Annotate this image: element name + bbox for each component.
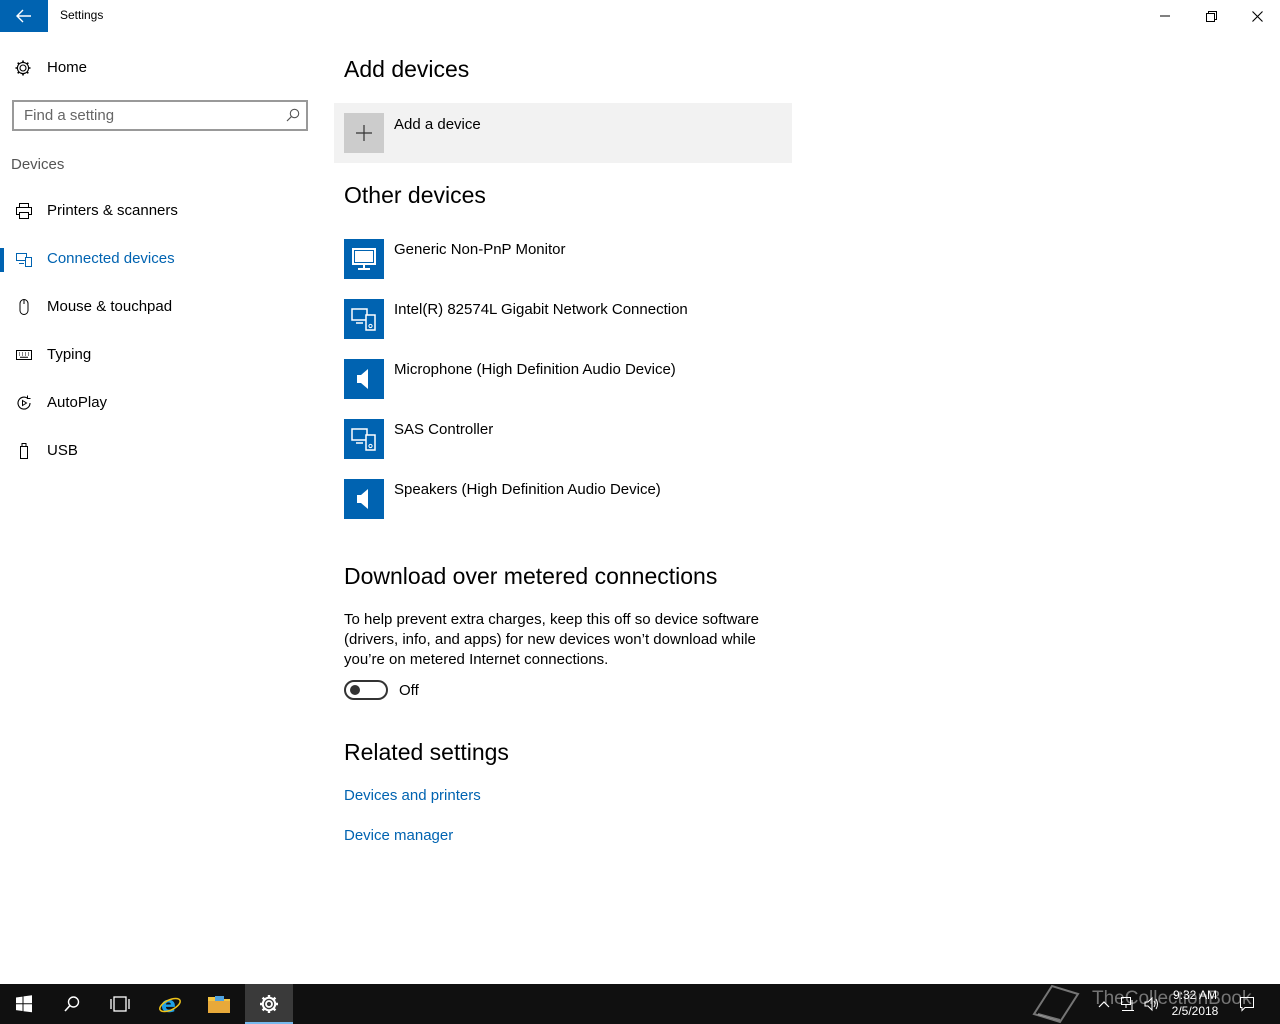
- settings-gear-icon: [260, 995, 278, 1013]
- device-manager-link[interactable]: Device manager: [344, 827, 453, 844]
- add-device-button[interactable]: Add a device: [334, 103, 792, 163]
- mouse-icon: [15, 298, 33, 316]
- sidebar-item-usb[interactable]: USB: [0, 432, 320, 472]
- sidebar-item-label: Mouse & touchpad: [47, 298, 173, 315]
- start-button[interactable]: [0, 984, 48, 1024]
- action-center-button[interactable]: [1236, 984, 1258, 1024]
- device-label: Generic Non-PnP Monitor: [394, 241, 566, 258]
- metered-description: To help prevent extra charges, keep this…: [344, 611, 759, 668]
- section-label: Devices: [11, 156, 65, 173]
- restore-icon: [1205, 10, 1217, 22]
- volume-icon: [1144, 996, 1158, 1012]
- file-explorer-icon: [208, 996, 230, 1013]
- speaker-icon: [344, 359, 384, 399]
- sidebar-item-label: USB: [47, 442, 78, 459]
- sidebar-item-label: Connected devices: [47, 250, 175, 267]
- speaker-icon: [344, 479, 384, 519]
- autoplay-icon: [15, 394, 33, 412]
- settings-taskbar-button[interactable]: [245, 984, 293, 1024]
- clock-date: 2/5/2018: [1171, 1004, 1219, 1018]
- close-icon: [1251, 10, 1263, 22]
- add-devices-heading: Add devices: [344, 56, 470, 82]
- sidebar-item-printers-scanners[interactable]: Printers & scanners: [0, 192, 320, 232]
- metered-heading: Download over metered connections: [344, 563, 718, 589]
- main-content: Add devices Add a device Other devices G…: [334, 32, 1274, 984]
- taskbar-search-button[interactable]: [48, 984, 96, 1024]
- device-item[interactable]: SAS Controller: [344, 419, 804, 459]
- printer-icon: [15, 202, 33, 220]
- task-view-icon: [110, 996, 130, 1012]
- search-icon[interactable]: [286, 108, 300, 122]
- taskbar: e TheCollectionBook 9:32 AM 2/5/2018: [0, 984, 1280, 1024]
- connected-devices-icon: [15, 250, 33, 268]
- device-label: Microphone (High Definition Audio Device…: [394, 361, 676, 378]
- add-device-label: Add a device: [394, 116, 481, 133]
- close-button[interactable]: [1234, 0, 1280, 32]
- search-input[interactable]: Find a setting: [12, 100, 308, 131]
- sidebar-item-label: AutoPlay: [47, 394, 108, 411]
- sidebar-item-autoplay[interactable]: AutoPlay: [0, 384, 320, 424]
- monitor-icon: [344, 239, 384, 279]
- search-placeholder: Find a setting: [24, 107, 115, 124]
- sidebar: Home Find a setting Devices Printers & s…: [0, 32, 320, 984]
- network-tray-button[interactable]: [1118, 984, 1138, 1024]
- device-item[interactable]: Speakers (High Definition Audio Device): [344, 479, 804, 519]
- related-settings-heading: Related settings: [344, 739, 509, 765]
- search-icon: [64, 996, 80, 1012]
- back-arrow-icon: [16, 9, 31, 23]
- sidebar-item-typing[interactable]: Typing: [0, 336, 320, 376]
- minimize-icon: [1160, 15, 1170, 17]
- device-icon: [344, 419, 384, 459]
- device-item[interactable]: Microphone (High Definition Audio Device…: [344, 359, 804, 399]
- book-watermark-icon: [1032, 984, 1080, 1024]
- clock[interactable]: 9:32 AM 2/5/2018: [1160, 987, 1230, 1019]
- title-bar: Settings: [0, 0, 1280, 32]
- window-title: Settings: [60, 8, 104, 22]
- task-view-button[interactable]: [96, 984, 144, 1024]
- metered-toggle[interactable]: [344, 680, 388, 700]
- device-icon: [344, 299, 384, 339]
- device-label: Speakers (High Definition Audio Device): [394, 481, 661, 498]
- back-button[interactable]: [0, 0, 48, 32]
- network-icon: [1121, 997, 1134, 1011]
- internet-explorer-icon: e: [159, 993, 181, 1016]
- device-label: SAS Controller: [394, 421, 494, 438]
- devices-and-printers-link[interactable]: Devices and printers: [344, 787, 481, 804]
- minimize-button[interactable]: [1142, 0, 1188, 32]
- show-hidden-icons-button[interactable]: [1094, 984, 1114, 1024]
- sidebar-item-connected-devices[interactable]: Connected devices: [0, 240, 320, 280]
- selection-indicator: [0, 248, 4, 272]
- home-link[interactable]: Home: [14, 58, 114, 78]
- windows-start-icon: [16, 995, 32, 1013]
- sidebar-item-mouse-touchpad[interactable]: Mouse & touchpad: [0, 288, 320, 328]
- notification-icon: [1240, 997, 1254, 1012]
- toggle-knob: [350, 685, 360, 695]
- clock-time: 9:32 AM: [1172, 988, 1218, 1002]
- plus-icon: [344, 113, 384, 153]
- sidebar-item-label: Printers & scanners: [47, 202, 178, 219]
- other-devices-heading: Other devices: [344, 182, 486, 208]
- device-item[interactable]: Generic Non-PnP Monitor: [344, 239, 804, 279]
- sidebar-item-label: Typing: [47, 346, 92, 363]
- volume-tray-button[interactable]: [1142, 984, 1162, 1024]
- usb-icon: [15, 442, 33, 460]
- svg-text:e: e: [161, 993, 176, 1016]
- keyboard-icon: [15, 346, 33, 364]
- internet-explorer-button[interactable]: e: [146, 984, 194, 1024]
- restore-button[interactable]: [1188, 0, 1234, 32]
- device-label: Intel(R) 82574L Gigabit Network Connecti…: [394, 301, 688, 318]
- file-explorer-button[interactable]: [195, 984, 243, 1024]
- toggle-state-label: Off: [399, 682, 419, 699]
- device-item[interactable]: Intel(R) 82574L Gigabit Network Connecti…: [344, 299, 804, 339]
- home-label: Home: [47, 59, 88, 76]
- gear-icon: [15, 60, 31, 76]
- chevron-up-icon: [1098, 1001, 1110, 1008]
